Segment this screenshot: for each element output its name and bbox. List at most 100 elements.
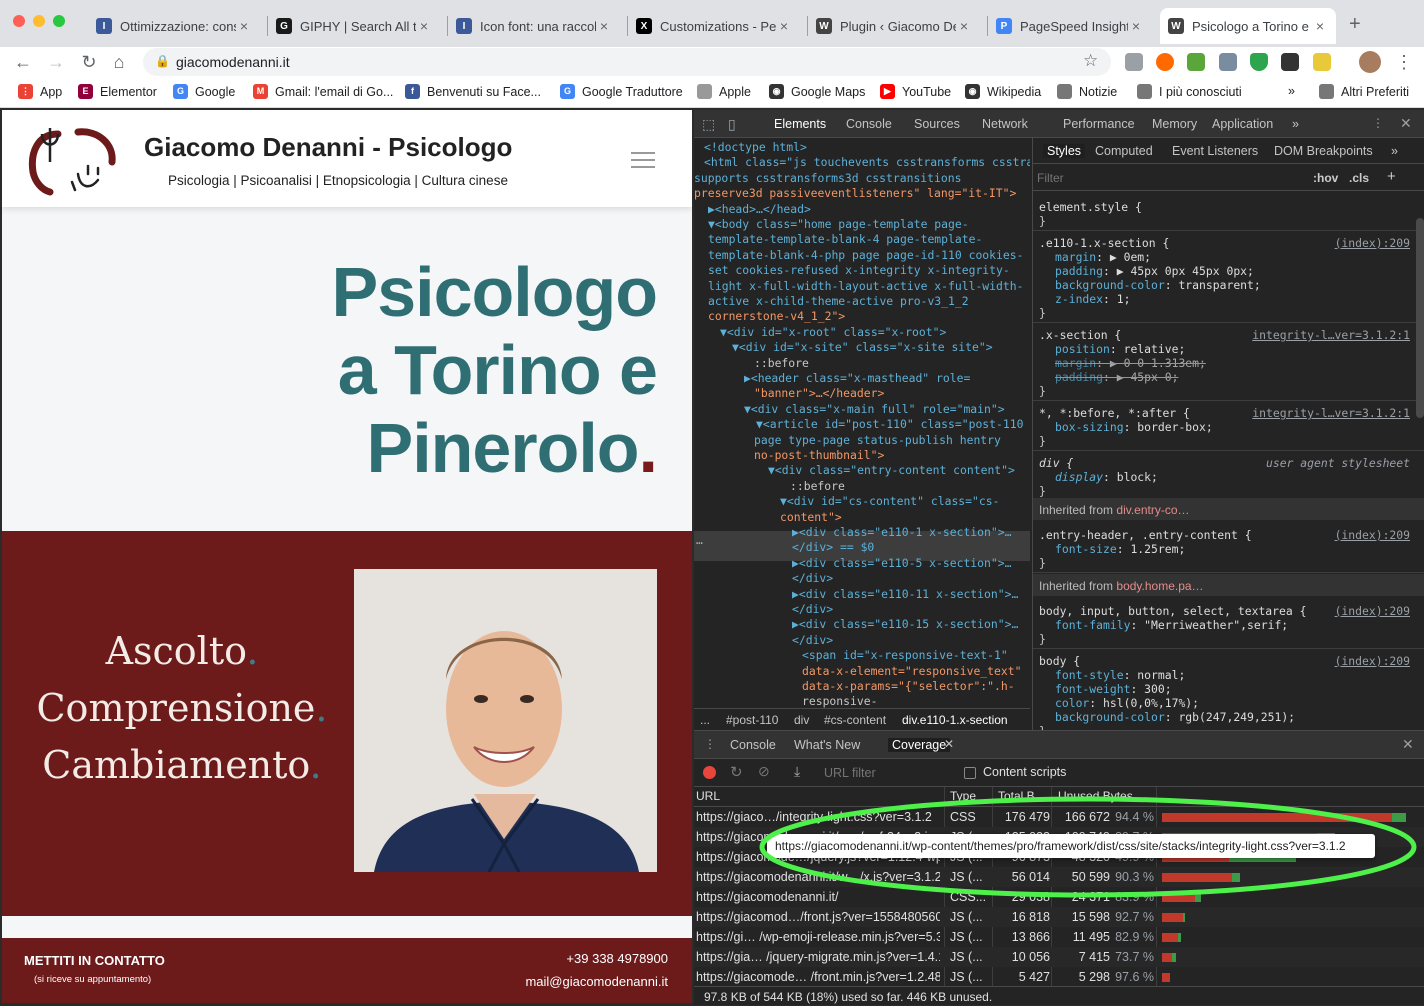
browser-tab[interactable]: P PageSpeed Insights × [988,8,1152,44]
css-property[interactable]: box-sizing: border-box; [1055,420,1213,434]
styles-subtab[interactable]: Styles [1043,144,1086,158]
dom-node-line[interactable]: content"> [780,510,842,525]
bookmark-item[interactable]: ◉ Wikipedia [965,84,1041,99]
profile-avatar[interactable] [1359,51,1381,73]
tab-close-icon[interactable]: × [956,18,972,34]
bookmark-item[interactable]: ◉ Google Maps [769,84,865,99]
css-selector[interactable]: *, *:before, *:after { [1039,406,1190,420]
ellipsis-icon[interactable]: … [696,533,703,548]
styles-subtab[interactable]: » [1391,144,1398,158]
css-property[interactable]: position: relative; [1055,342,1185,356]
devtools-tab[interactable]: Console [846,117,892,131]
close-devtools-icon[interactable]: ✕ [1400,115,1412,132]
styles-subtab[interactable]: Computed [1095,144,1153,158]
dom-node-line[interactable]: preserve3d passiveeventlisteners" lang="… [694,186,1016,201]
extension-bird-icon[interactable] [1281,53,1299,71]
css-property[interactable]: margin: ▶ 0 0 1.313em; [1055,356,1206,370]
rule-source-link[interactable]: (index):209 [1335,654,1410,668]
dom-node-line[interactable]: cornerstone-v4_1_2"> [708,309,845,324]
bookmark-star-icon[interactable]: ☆ [1083,51,1098,71]
dom-node-line[interactable]: ▶<header class="x-masthead" role= [744,371,970,386]
browser-tab[interactable]: W Plugin ‹ Giacomo Den × [808,8,980,44]
dom-node-line[interactable]: page type-page status-publish hentry [754,433,1001,448]
omnibox[interactable]: 🔒 giacomodenanni.it ☆ [143,48,1111,76]
tab-close-icon[interactable]: × [1128,18,1144,34]
bookmark-item[interactable]: I più conosciuti [1137,84,1242,99]
css-selector[interactable]: .e110-1.x-section { [1039,236,1169,250]
css-property[interactable]: font-style: normal; [1055,668,1185,682]
bookmark-item[interactable]: f Benvenuti su Face... [405,84,541,99]
breadcrumb-item[interactable]: #post-110 [726,713,778,727]
devtools-tab[interactable]: Performance [1063,117,1135,131]
dom-node-line[interactable]: ▼<div class="x-main full" role="main"> [744,402,1005,417]
css-property[interactable]: background-color: transparent; [1055,278,1261,292]
hamburger-menu-icon[interactable] [631,152,655,168]
back-button[interactable]: ← [12,51,34,73]
dom-node-line[interactable]: ▶<div class="e110-5 x-section">… [792,556,1011,571]
rule-source-link[interactable]: (index):209 [1335,528,1410,542]
browser-tab[interactable]: I Icon font: una raccolt × [448,8,620,44]
styles-subtab[interactable]: DOM Breakpoints [1274,144,1373,158]
breadcrumb-item[interactable]: div [794,713,809,727]
rule-source-link[interactable]: integrity-l…ver=3.1.2:1 [1252,328,1410,342]
dom-node-line[interactable]: ▶<div class="e110-11 x-section">… [792,587,1018,602]
dom-node-line[interactable]: </div> [792,571,833,586]
dom-node-line[interactable]: </div> [792,602,833,617]
css-selector[interactable]: body, input, button, select, textarea { [1039,604,1306,618]
tab-close-icon[interactable]: × [596,18,612,34]
breadcrumb-item[interactable]: #cs-content [824,713,886,727]
bookmark-item[interactable]: ⋮ App [18,84,62,99]
extension-puzzle-icon[interactable] [1313,53,1331,71]
rule-source-link[interactable]: user agent stylesheet [1266,456,1410,470]
elements-tree[interactable]: <!doctype html> <html class="js toucheven… [694,138,1030,716]
minimize-window-button[interactable] [33,15,45,27]
css-property[interactable]: font-size: 1.25rem; [1055,542,1185,556]
dom-node-line[interactable]: "banner">…</header> [754,386,884,401]
bookmark-item[interactable]: E Elementor [78,84,157,99]
new-tab-button[interactable]: + [1349,13,1361,36]
tab-close-icon[interactable]: × [416,18,432,34]
css-property[interactable]: padding: ▶ 45px 0; [1055,370,1178,384]
dom-node-line[interactable]: template-blank-4-php page page-id-110 co… [708,248,1023,263]
tab-close-icon[interactable]: × [1312,18,1328,34]
extension-fire-icon[interactable] [1156,53,1174,71]
css-selector[interactable]: element.style { [1039,200,1142,214]
rule-source-link[interactable]: (index):209 [1335,236,1410,250]
dom-node-line[interactable]: data-x-element="responsive_text" [802,664,1021,679]
devtools-tab[interactable]: Sources [914,117,960,131]
css-property[interactable]: display: block; [1055,470,1158,484]
dom-node-line[interactable]: light x-full-width-layout-active x-full-… [708,279,1023,294]
bookmark-item[interactable]: M Gmail: l'email di Go... [253,84,393,99]
dom-node-line[interactable]: no-post-thumbnail"> [754,448,884,463]
devtools-tab[interactable]: Memory [1152,117,1197,131]
inspect-element-icon[interactable]: ⬚ [702,116,715,133]
hov-toggle[interactable]: :hov [1313,171,1338,185]
rule-source-link[interactable]: (index):209 [1335,604,1410,618]
inherited-selector[interactable]: body.home.pa… [1116,579,1203,593]
browser-tab[interactable]: I Ottimizzazione: consi × [88,8,260,44]
styles-filter-input[interactable] [1037,168,1299,187]
dom-node-line[interactable]: </div> [792,633,833,648]
cls-toggle[interactable]: .cls [1349,171,1369,185]
breadcrumb-item[interactable]: div.e110-1.x-section [902,713,1008,727]
dom-node-line[interactable]: ▼<body class="home page-template page- [708,217,969,232]
css-selector[interactable]: .entry-header, .entry-content { [1039,528,1252,542]
bookmark-item[interactable]: ▶ YouTube [880,84,951,99]
url-text[interactable]: giacomodenanni.it [176,54,290,70]
dom-node-line[interactable]: template-template-blank-4 page-template- [708,232,982,247]
dom-node-line[interactable]: active x-child-theme-active pro-v3_1_2 [708,294,969,309]
dom-node-line[interactable]: <html class="js touchevents csstransform… [704,155,1030,170]
styles-subtab[interactable]: Event Listeners [1172,144,1258,158]
dom-node-line[interactable]: <span id="x-responsive-text-1" [802,648,1008,663]
devtools-tab[interactable]: » [1292,117,1299,131]
home-button[interactable]: ⌂ [108,51,130,73]
dom-node-line[interactable]: ▼<div id="x-root" class="x-root"> [720,325,946,340]
menu-kebab-icon[interactable]: ⋮ [1393,51,1415,73]
extension-green-icon[interactable] [1187,53,1205,71]
devtools-tab[interactable]: Application [1212,117,1273,131]
css-selector[interactable]: body { [1039,654,1080,668]
dom-node-line[interactable]: ::before [790,479,845,494]
bookmark-item[interactable]: » [1288,84,1295,98]
breadcrumb-item[interactable]: ... [700,713,710,727]
dom-node-line[interactable]: data-x-params="{"selector":".h- [802,679,1015,694]
